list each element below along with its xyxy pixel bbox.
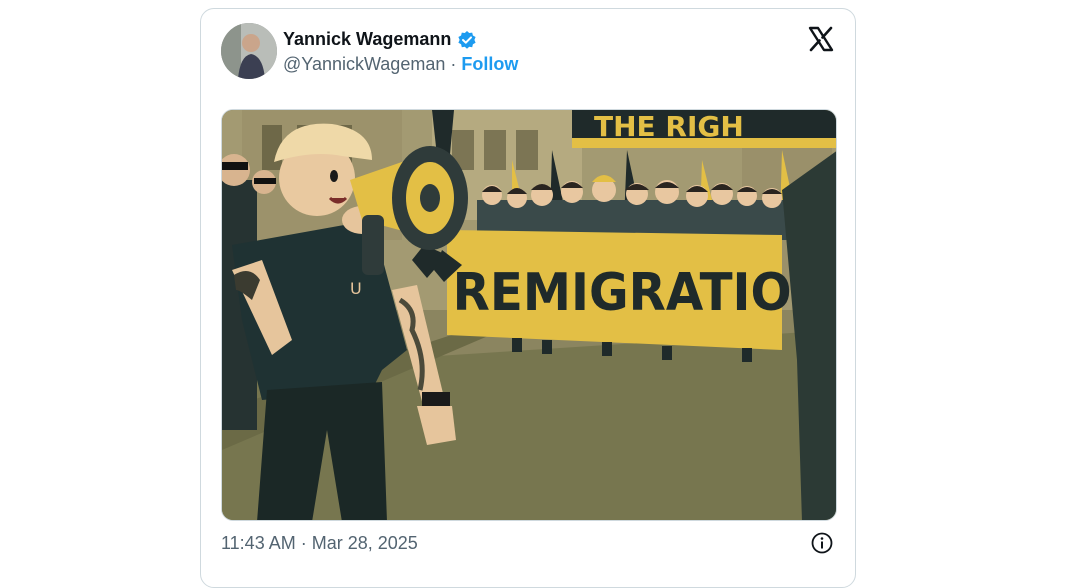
tweet-timestamp[interactable]: 11:43 AM · Mar 28, 2025 xyxy=(221,533,418,554)
follow-button[interactable]: Follow xyxy=(461,54,518,75)
svg-text:U: U xyxy=(350,279,362,298)
tweet-card: Yannick Wagemann @YannickWageman · Follo… xyxy=(200,8,856,588)
top-banner-text: THE RIGH xyxy=(594,110,744,143)
info-icon[interactable] xyxy=(811,532,833,554)
author-handle[interactable]: @YannickWageman xyxy=(283,54,445,75)
author-name[interactable]: Yannick Wagemann xyxy=(283,29,451,50)
x-logo-icon[interactable] xyxy=(807,25,835,53)
banner-text: REMIGRATION xyxy=(453,261,832,322)
illustration: THE RIGH REMIGRATION U xyxy=(222,110,836,520)
verified-badge-icon xyxy=(457,30,477,50)
tweet-image[interactable]: THE RIGH REMIGRATION U xyxy=(221,109,837,521)
separator: · xyxy=(450,54,457,74)
avatar[interactable] xyxy=(221,23,277,79)
